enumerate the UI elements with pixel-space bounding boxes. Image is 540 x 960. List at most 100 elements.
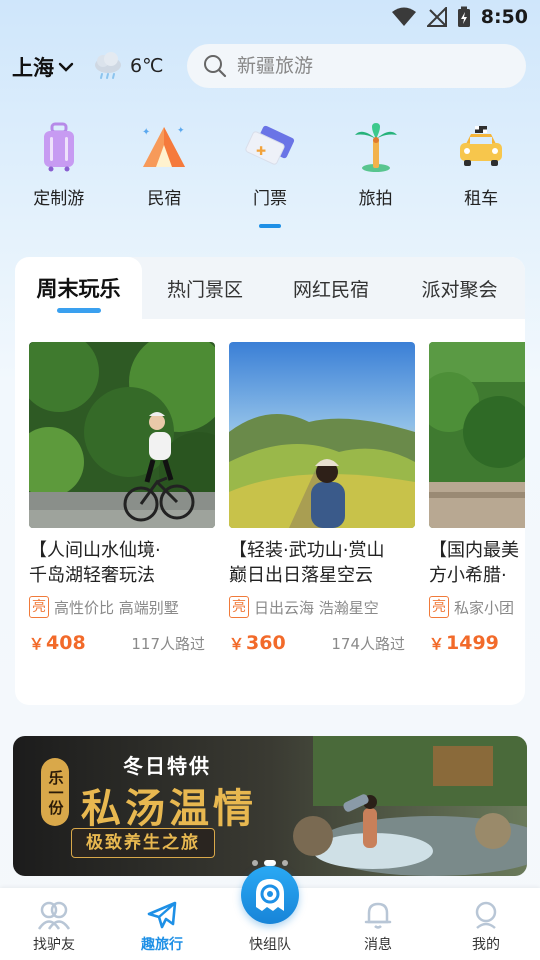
product-title: 【轻装·武功山·赏山 巅日出日落星空云 (229, 538, 415, 588)
category-selected-indicator (258, 224, 281, 228)
tab-strip: 周末玩乐 热门景区 网红民宿 派对聚会 (15, 257, 525, 319)
status-icons: 8:50 (391, 6, 528, 28)
product-list: 【人间山水仙境· 千岛湖轻奢玩法 亮 高性价比 高端别墅 ￥ 408 117人路过 (29, 342, 525, 654)
product-visits: 174人路过 (331, 635, 405, 653)
highlight-badge: 亮 (29, 596, 49, 618)
nav-label: 找驴友 (33, 937, 75, 953)
banner-season-text: 冬日特供 (123, 754, 211, 778)
category-label: 民宿 (147, 189, 182, 209)
product-image-mountain-sunset[interactable] (229, 342, 415, 528)
no-signal-icon (426, 7, 447, 27)
category-tickets[interactable]: ✚ 门票 (222, 120, 318, 230)
promo-banner[interactable]: 乐一份 冬日特供 私汤温情 极致养生之旅 (13, 736, 527, 876)
nav-find-friends[interactable]: 找驴友 (0, 888, 108, 960)
friends-icon (37, 901, 71, 930)
highlight-badge: 亮 (229, 596, 249, 618)
recommendation-card: 周末玩乐 热门景区 网红民宿 派对聚会 【人间山水仙境· 千岛湖轻奢玩法 亮 高… (15, 257, 525, 705)
product-price: ￥ 360 (229, 632, 286, 654)
tent-icon: ✦ ✦ (142, 126, 186, 167)
category-car-rental[interactable]: 租车 (433, 120, 529, 230)
luggage-icon (43, 122, 74, 172)
svg-text:✦: ✦ (177, 126, 185, 136)
category-label: 旅拍 (358, 189, 393, 209)
product-meta: ￥ 408 117人路过 (29, 632, 215, 654)
airplane-icon (147, 901, 177, 929)
tab-label: 派对聚会 (421, 278, 498, 301)
price-value: 360 (246, 632, 286, 654)
product-meta: ￥ 360 174人路过 (229, 632, 415, 654)
product-meta: ￥ 1499 (429, 632, 525, 654)
banner-dot (282, 860, 288, 866)
category-row: 定制游 ✦ ✦ 民宿 ✚ 门票 旅拍 租车 (0, 120, 540, 230)
team-fab-icon (256, 879, 284, 911)
product-card[interactable]: 【人间山水仙境· 千岛湖轻奢玩法 亮 高性价比 高端别墅 ￥ 408 117人路过 (29, 342, 215, 654)
chevron-down-icon (58, 62, 74, 72)
weather: 6℃ (92, 52, 163, 80)
product-tag-text: 私家小团 (454, 598, 515, 617)
tab-party[interactable]: 派对聚会 (394, 257, 525, 319)
search-input[interactable] (237, 55, 497, 77)
product-visits: 117人路过 (131, 635, 205, 653)
nav-profile[interactable]: 我的 (432, 888, 540, 960)
ticket-icon: ✚ (245, 125, 295, 165)
tab-label: 网红民宿 (292, 278, 369, 301)
battery-charging-icon (457, 6, 470, 27)
status-time: 8:50 (480, 6, 528, 28)
product-tag-text: 日出云海 浩瀚星空 (254, 598, 379, 617)
taxi-icon (460, 126, 503, 166)
rain-cloud-icon (95, 52, 121, 79)
product-image-green-wall[interactable] (429, 342, 525, 528)
product-tags: 亮 日出云海 浩瀚星空 (229, 596, 415, 618)
price-currency: ￥ (429, 635, 445, 653)
city-selector[interactable]: 上海 (12, 52, 74, 82)
nav-label: 我的 (472, 937, 500, 953)
status-bar: 8:50 (0, 0, 540, 36)
banner-dot (252, 860, 258, 866)
product-price: ￥ 1499 (429, 632, 499, 654)
nav-fun-travel[interactable]: 趣旅行 (108, 888, 216, 960)
weather-temperature: 6℃ (130, 55, 164, 77)
category-travel-photo[interactable]: 旅拍 (328, 120, 424, 230)
product-title-line: 【人间山水仙境· (29, 540, 161, 561)
svg-text:✚: ✚ (256, 144, 266, 158)
wifi-icon (391, 7, 416, 26)
product-title-line: 巅日出日落星空云 (229, 565, 373, 586)
profile-icon (475, 901, 497, 929)
quick-team-fab[interactable] (241, 866, 299, 924)
tab-label: 周末玩乐 (36, 277, 121, 301)
product-image-cyclist[interactable] (29, 342, 215, 528)
product-tags: 亮 私家小团 (429, 596, 525, 618)
product-card[interactable]: 【轻装·武功山·赏山 巅日出日落星空云 亮 日出云海 浩瀚星空 ￥ 360 174… (229, 342, 415, 654)
nav-label: 快组队 (249, 937, 291, 953)
product-tags: 亮 高性价比 高端别墅 (29, 596, 215, 618)
category-label: 门票 (252, 189, 287, 209)
category-homestay[interactable]: ✦ ✦ 民宿 (116, 120, 212, 230)
tab-active-underline (56, 308, 101, 313)
banner-title: 私汤温情 (81, 785, 257, 832)
tab-trendy-homestay[interactable]: 网红民宿 (268, 257, 394, 319)
product-title: 【人间山水仙境· 千岛湖轻奢玩法 (29, 538, 215, 588)
search-icon (204, 55, 227, 78)
banner-subtitle: 极致养生之旅 (71, 828, 215, 858)
tab-weekend-fun[interactable]: 周末玩乐 (15, 257, 142, 319)
category-label: 租车 (464, 189, 499, 209)
product-title-line: 【国内最美 (429, 540, 519, 561)
tab-popular-scenic[interactable]: 热门景区 (142, 257, 268, 319)
category-label: 定制游 (33, 189, 85, 209)
category-custom-tour[interactable]: 定制游 (11, 120, 107, 230)
nav-messages[interactable]: 消息 (324, 888, 432, 960)
product-title-line: 方小希腊· (429, 565, 507, 586)
tab-label: 热门景区 (166, 278, 243, 301)
palm-tree-icon (354, 123, 397, 172)
price-currency: ￥ (29, 635, 45, 653)
highlight-badge: 亮 (429, 596, 449, 618)
price-value: 408 (46, 632, 86, 654)
product-title-line: 千岛湖轻奢玩法 (29, 565, 155, 586)
search-bar[interactable] (187, 44, 526, 88)
product-title-line: 【轻装·武功山·赏山 (229, 540, 385, 561)
banner-vertical-tag: 乐一份 (41, 758, 69, 826)
product-card[interactable]: 【国内最美 方小希腊· 亮 私家小团 ￥ 1499 (429, 342, 525, 654)
product-price: ￥ 408 (29, 632, 86, 654)
bell-icon (364, 902, 392, 929)
header: 上海 6℃ (0, 44, 540, 90)
